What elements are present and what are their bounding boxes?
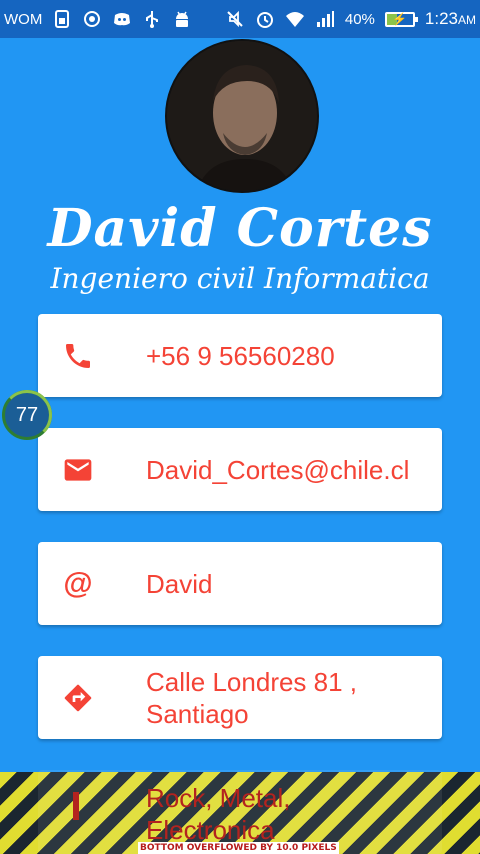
- interests-line-2: Electronica: [146, 815, 275, 845]
- email-address: David_Cortes@chile.cl: [146, 454, 410, 485]
- username: David: [146, 568, 213, 599]
- address-line-2: Santiago: [146, 698, 249, 729]
- discord-icon: [112, 9, 132, 29]
- username-card[interactable]: @ David: [38, 542, 442, 625]
- alarm-icon: [255, 9, 275, 29]
- profile-name: David Cortes: [47, 198, 433, 259]
- carrier-label: WOM: [4, 10, 43, 28]
- battery-charging-icon: ⚡: [384, 11, 418, 27]
- android-icon: [172, 9, 192, 29]
- sim-icon: [52, 9, 72, 29]
- address-line-1: Calle Londres 81 ,: [146, 666, 358, 697]
- usb-icon: [142, 9, 162, 29]
- overflow-warning: BOTTOM OVERFLOWED BY 10.0 PIXELS: [138, 842, 339, 854]
- directions-icon: [60, 680, 96, 716]
- radio-icon: [82, 9, 102, 29]
- phone-card[interactable]: +56 9 56560280: [38, 314, 442, 397]
- email-card[interactable]: David_Cortes@chile.cl: [38, 428, 442, 511]
- battery-percent: 40%: [344, 10, 375, 28]
- address: Calle Londres 81 , Santiago: [146, 666, 434, 730]
- profile-title: Ingeniero civil Informatica: [50, 262, 430, 295]
- avatar: [165, 39, 319, 193]
- at-icon: @: [63, 566, 93, 600]
- floating-badge-value: 77: [15, 403, 39, 426]
- interests-line-1: Rock, Metal,: [146, 783, 291, 813]
- clock: 1:23AM: [424, 9, 476, 28]
- music-icon: [73, 792, 95, 820]
- signal-icon: [315, 9, 335, 29]
- interests: Rock, Metal, Electronica: [146, 782, 291, 846]
- phone-icon: [60, 338, 96, 374]
- floating-badge[interactable]: 77: [2, 390, 52, 440]
- mute-icon: [225, 9, 245, 29]
- status-bar: WOM 40% ⚡ 1:23AM: [0, 0, 480, 38]
- email-icon: [60, 452, 96, 488]
- address-card[interactable]: Calle Londres 81 , Santiago: [38, 656, 442, 739]
- phone-number: +56 9 56560280: [146, 340, 335, 371]
- wifi-icon: [285, 9, 305, 29]
